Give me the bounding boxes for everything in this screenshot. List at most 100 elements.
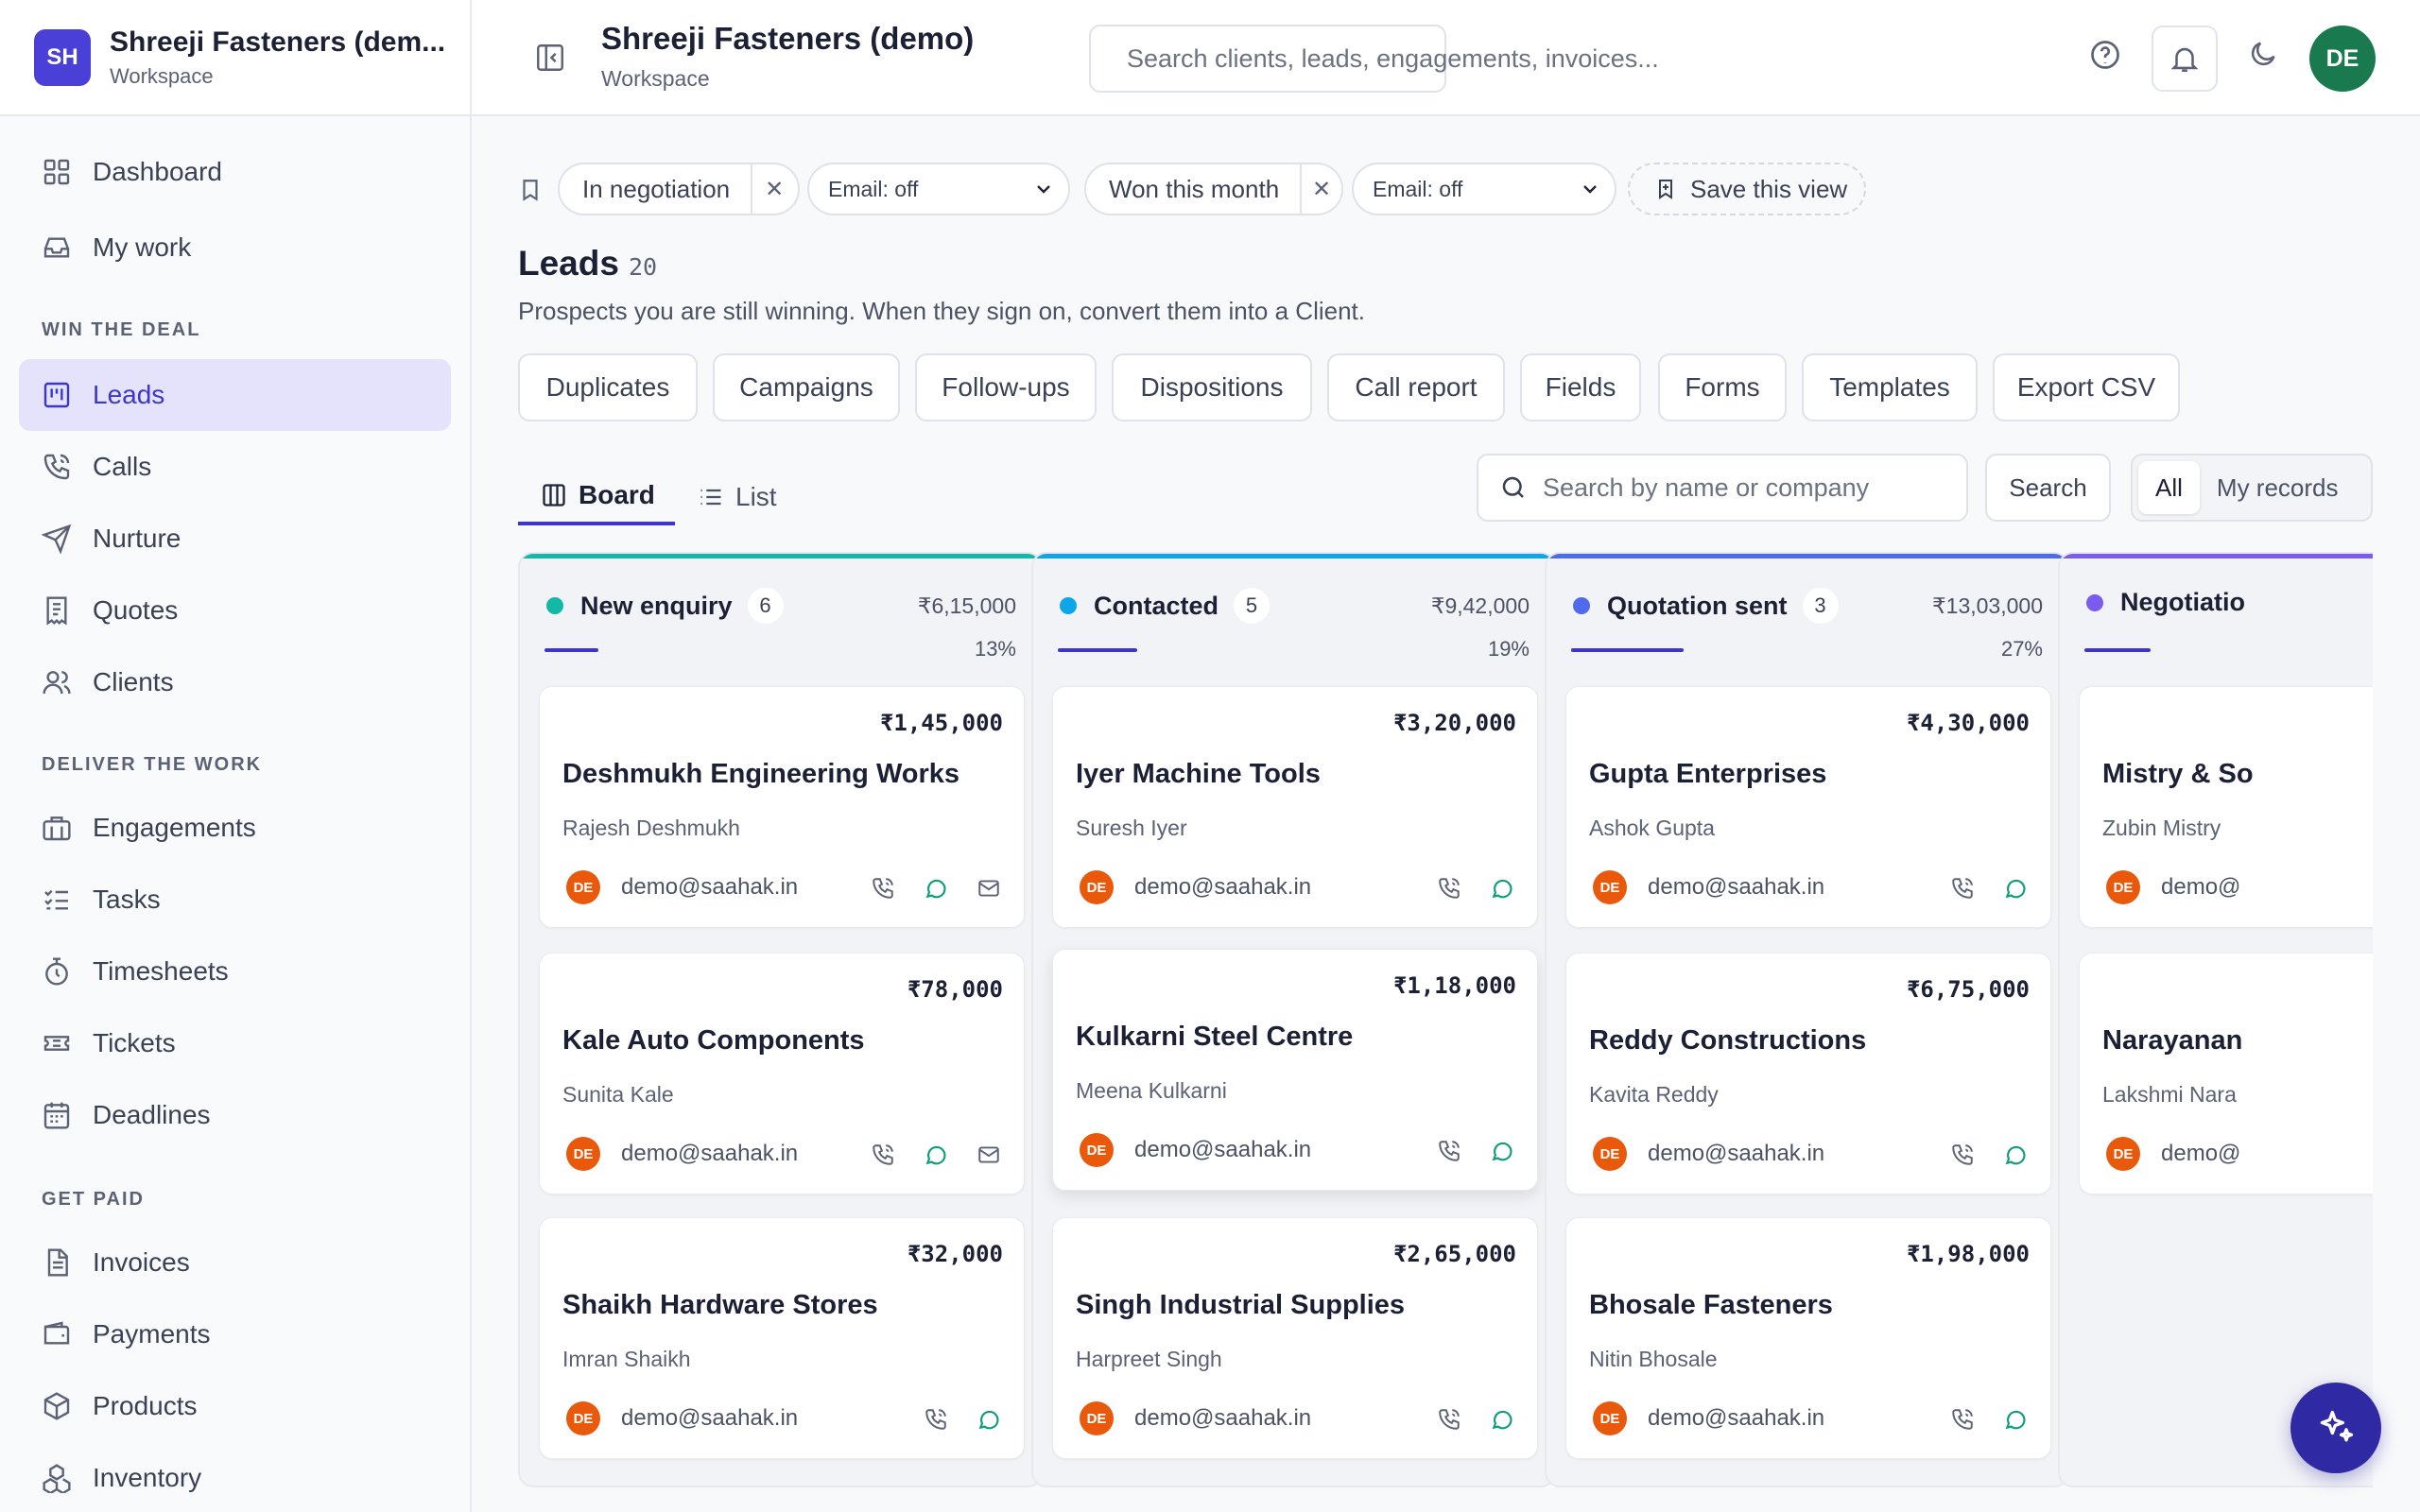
save-view-button[interactable]: Save this view bbox=[1628, 163, 1866, 215]
lead-card[interactable]: ₹6,75,000 Reddy Constructions Kavita Reddy… bbox=[1565, 953, 2051, 1194]
phone-icon[interactable] bbox=[922, 1405, 950, 1434]
lead-card[interactable]: Mistry & So Zubin Mistry DE demo@ bbox=[2079, 686, 2373, 928]
global-search-input[interactable]: Search clients, leads, engagements, invo… bbox=[1089, 25, 1659, 93]
leads-count-badge: 20 bbox=[629, 253, 658, 281]
whatsapp-chat-icon[interactable] bbox=[975, 1405, 1003, 1434]
whatsapp-chat-icon[interactable] bbox=[922, 1141, 950, 1169]
lead-card[interactable]: ₹1,18,000 Kulkarni Steel Centre Meena Kulk… bbox=[1052, 949, 1538, 1191]
duplicates-button[interactable]: Duplicates bbox=[518, 353, 698, 421]
call-report-button[interactable]: Call report bbox=[1327, 353, 1505, 421]
sidebar-item-tasks[interactable]: Tasks bbox=[19, 864, 451, 936]
templates-button[interactable]: Templates bbox=[1802, 353, 1978, 421]
saved-view-chip[interactable]: In negotiation ✕ bbox=[558, 163, 800, 215]
user-avatar[interactable]: DE bbox=[2309, 26, 2376, 92]
whatsapp-chat-icon[interactable] bbox=[922, 874, 950, 902]
moon-icon[interactable] bbox=[2247, 38, 2281, 72]
ai-assistant-button[interactable] bbox=[2290, 1383, 2381, 1473]
tab-list[interactable]: List bbox=[698, 469, 777, 525]
sidebar-item-leads[interactable]: Leads bbox=[19, 359, 451, 431]
lead-contact: Rajesh Deshmukh bbox=[562, 816, 740, 840]
sidebar-item-payments[interactable]: Payments bbox=[19, 1298, 451, 1370]
scope-all-option[interactable]: All bbox=[2138, 461, 2200, 514]
sidebar-item-engagements[interactable]: Engagements bbox=[19, 792, 451, 864]
sidebar-item-dashboard[interactable]: Dashboard bbox=[19, 136, 451, 208]
lead-company: Kulkarni Steel Centre bbox=[1076, 1022, 1354, 1052]
phone-icon[interactable] bbox=[1948, 874, 1977, 902]
notifications-button[interactable] bbox=[2152, 26, 2218, 92]
sidebar-toggle-icon[interactable] bbox=[534, 42, 566, 74]
topbar: Shreeji Fasteners (demo) Workspace Searc… bbox=[472, 0, 2420, 116]
whatsapp-chat-icon[interactable] bbox=[2001, 1141, 2030, 1169]
sidebar-item-clients[interactable]: Clients bbox=[19, 646, 451, 718]
page-description: Prospects you are still winning. When th… bbox=[518, 297, 1365, 325]
phone-icon[interactable] bbox=[1948, 1405, 1977, 1434]
lead-card[interactable]: ₹2,65,000 Singh Industrial Supplies Harpre… bbox=[1052, 1217, 1538, 1459]
phone-icon[interactable] bbox=[1948, 1141, 1977, 1169]
lead-card[interactable]: ₹1,45,000 Deshmukh Engineering Works Rajes… bbox=[539, 686, 1025, 928]
whatsapp-chat-icon[interactable] bbox=[1488, 1137, 1516, 1165]
sidebar-nav: Dashboard My work WIN THE DEAL Leads Cal… bbox=[0, 116, 470, 1493]
mail-icon[interactable] bbox=[975, 874, 1003, 902]
sidebar-item-products[interactable]: Products bbox=[19, 1370, 451, 1442]
whatsapp-chat-icon[interactable] bbox=[1488, 874, 1516, 902]
search-placeholder: Search clients, leads, engagements, invo… bbox=[1127, 43, 1659, 73]
sidebar-item-inventory[interactable]: Inventory bbox=[19, 1442, 451, 1512]
lead-card[interactable]: ₹32,000 Shaikh Hardware Stores Imran Shaik… bbox=[539, 1217, 1025, 1459]
export-csv-button[interactable]: Export CSV bbox=[1993, 353, 2180, 421]
owner-email: demo@saahak.in bbox=[1134, 1405, 1312, 1431]
dispositions-button[interactable]: Dispositions bbox=[1112, 353, 1312, 421]
saved-view-chip[interactable]: Won this month ✕ bbox=[1084, 163, 1343, 215]
phone-icon[interactable] bbox=[869, 874, 897, 902]
lead-card[interactable]: ₹4,30,000 Gupta Enterprises Ashok Gupta DE d… bbox=[1565, 686, 2051, 928]
email-toggle-select[interactable]: Email: off bbox=[1352, 163, 1616, 215]
sidebar-item-nurture[interactable]: Nurture bbox=[19, 503, 451, 575]
scope-my-records-option[interactable]: My records bbox=[2200, 461, 2356, 514]
sidebar-item-tickets[interactable]: Tickets bbox=[19, 1007, 451, 1079]
help-icon[interactable] bbox=[2088, 38, 2122, 72]
lead-company: Kale Auto Components bbox=[562, 1025, 865, 1056]
phone-icon[interactable] bbox=[869, 1141, 897, 1169]
column-header: Quotation sent 3 ₹13,03,000 bbox=[1573, 588, 2043, 624]
phone-icon[interactable] bbox=[1435, 874, 1463, 902]
lead-company: Shaikh Hardware Stores bbox=[562, 1290, 878, 1320]
lead-card[interactable]: ₹3,20,000 Iyer Machine Tools Suresh Iyer DE… bbox=[1052, 686, 1538, 928]
campaigns-button[interactable]: Campaigns bbox=[713, 353, 900, 421]
forms-button[interactable]: Forms bbox=[1658, 353, 1787, 421]
whatsapp-chat-icon[interactable] bbox=[1488, 1405, 1516, 1434]
sidebar-item-invoices[interactable]: Invoices bbox=[19, 1227, 451, 1298]
column-progress-fill bbox=[544, 648, 599, 652]
kanban-column: Quotation sent 3 ₹13,03,000 27% ₹4,30,000 Gup… bbox=[1545, 552, 2069, 1487]
sidebar-item-my-work[interactable]: My work bbox=[19, 212, 451, 284]
sidebar-item-deadlines[interactable]: Deadlines bbox=[19, 1079, 451, 1151]
mail-icon[interactable] bbox=[975, 1141, 1003, 1169]
sparkles-icon bbox=[2320, 1410, 2354, 1442]
whatsapp-chat-icon[interactable] bbox=[2001, 1405, 2030, 1434]
email-toggle-select[interactable]: Email: off bbox=[807, 163, 1070, 215]
phone-icon[interactable] bbox=[1435, 1405, 1463, 1434]
owner-email: demo@saahak.in bbox=[1134, 1137, 1312, 1162]
workspace-switcher[interactable]: SH Shreeji Fasteners (dem... Workspace bbox=[0, 0, 470, 116]
board-search-button[interactable]: Search bbox=[1985, 454, 2111, 522]
stage-dot bbox=[546, 597, 563, 614]
dashboard-grid-icon bbox=[43, 159, 70, 185]
lead-card[interactable]: ₹78,000 Kale Auto Components Sunita Kale DE… bbox=[539, 953, 1025, 1194]
tab-board[interactable]: Board bbox=[518, 469, 675, 525]
owner-avatar: DE bbox=[1593, 870, 1627, 904]
receipt-icon bbox=[46, 596, 67, 626]
sidebar-item-calls[interactable]: Calls bbox=[19, 431, 451, 503]
lead-card[interactable]: Narayanan Lakshmi Nara DE demo@ bbox=[2079, 953, 2373, 1194]
lead-contact: Ashok Gupta bbox=[1589, 816, 1715, 840]
remove-view-close-icon[interactable]: ✕ bbox=[1300, 164, 1341, 214]
remove-view-close-icon[interactable]: ✕ bbox=[751, 164, 796, 214]
sidebar-item-timesheets[interactable]: Timesheets bbox=[19, 936, 451, 1007]
board-search-input[interactable]: Search by name or company bbox=[1477, 454, 1968, 522]
lead-amount: ₹4,30,000 bbox=[1906, 710, 2030, 736]
lead-actions bbox=[869, 874, 1003, 902]
sidebar-item-quotes[interactable]: Quotes bbox=[19, 575, 451, 646]
fields-button[interactable]: Fields bbox=[1520, 353, 1641, 421]
tab-label: List bbox=[735, 482, 777, 511]
whatsapp-chat-icon[interactable] bbox=[2001, 874, 2030, 902]
lead-card[interactable]: ₹1,98,000 Bhosale Fasteners Nitin Bhosale D… bbox=[1565, 1217, 2051, 1459]
phone-icon[interactable] bbox=[1435, 1137, 1463, 1165]
follow-ups-button[interactable]: Follow-ups bbox=[915, 353, 1097, 421]
